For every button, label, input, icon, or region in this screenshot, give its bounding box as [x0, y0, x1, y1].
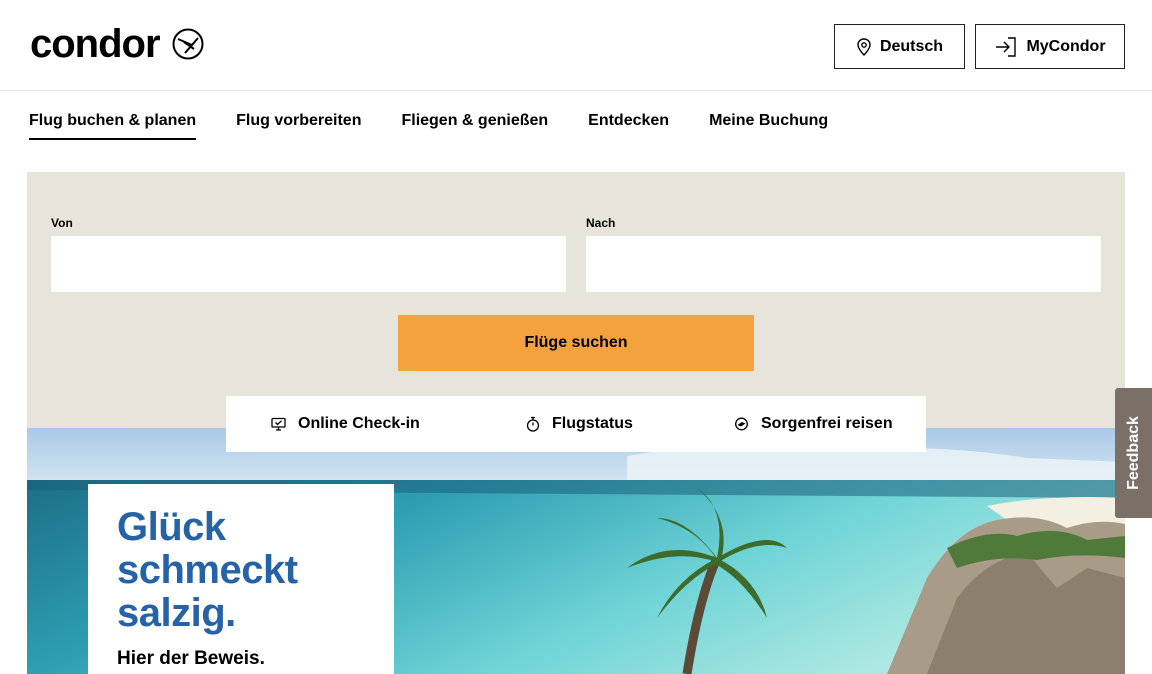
main-navigation: Flug buchen & planen Flug vorbereiten Fl… — [29, 100, 868, 140]
to-input[interactable] — [586, 236, 1101, 292]
nav-item-flug-buchen[interactable]: Flug buchen & planen — [29, 100, 197, 140]
logo-wordmark: condor — [30, 22, 161, 66]
hero-headline-line-3: salzig. — [117, 591, 236, 635]
to-label: Nach — [586, 216, 616, 230]
stopwatch-icon — [526, 416, 540, 432]
feedback-tab[interactable]: Feedback — [1115, 388, 1152, 518]
language-button[interactable]: Deutsch — [834, 24, 965, 69]
from-label: Von — [51, 216, 73, 230]
login-arrow-icon — [996, 36, 1017, 57]
nav-item-fliegen-geniessen[interactable]: Fliegen & genießen — [401, 100, 548, 140]
hero-headline-line-1: Glück — [117, 505, 226, 549]
condor-bird-icon — [172, 28, 204, 60]
online-checkin-label: Online Check-in — [298, 415, 420, 432]
mycondor-login-button[interactable]: MyCondor — [975, 24, 1125, 69]
sorgenfrei-reisen-link[interactable]: Sorgenfrei reisen — [734, 396, 893, 452]
online-checkin-link[interactable]: Online Check-in — [271, 396, 420, 452]
mycondor-button-label: MyCondor — [1026, 37, 1106, 55]
checkin-monitor-icon — [271, 417, 286, 431]
feedback-label: Feedback — [1124, 416, 1142, 490]
site-header: condor Deutsch MyCondor — [0, 0, 1152, 91]
hero-subline: Hier der Beweis. — [117, 648, 265, 669]
shield-plane-icon — [735, 417, 748, 431]
hero-headline: Glück schmeckt salzig. — [117, 506, 365, 635]
sorgenfrei-reisen-label: Sorgenfrei reisen — [761, 415, 893, 432]
nav-item-meine-buchung[interactable]: Meine Buchung — [709, 100, 828, 140]
hero-headline-line-2: schmeckt — [117, 548, 298, 592]
search-flights-button[interactable]: Flüge suchen — [398, 315, 754, 371]
language-button-label: Deutsch — [879, 37, 944, 55]
flight-search-panel: Von Nach Flüge suchen — [27, 172, 1125, 428]
from-input[interactable] — [51, 236, 566, 292]
flugstatus-label: Flugstatus — [552, 415, 633, 432]
quick-links-bar: Online Check-in Flugstatus Sorgenfrei re… — [226, 396, 926, 452]
hero-teaser-card[interactable]: Glück schmeckt salzig. Hier der Beweis. — [88, 484, 394, 674]
condor-logo[interactable]: condor — [30, 22, 204, 66]
nav-item-flug-vorbereiten[interactable]: Flug vorbereiten — [236, 100, 361, 140]
nav-item-entdecken[interactable]: Entdecken — [588, 100, 669, 140]
flugstatus-link[interactable]: Flugstatus — [526, 396, 633, 452]
location-pin-icon — [857, 37, 871, 56]
